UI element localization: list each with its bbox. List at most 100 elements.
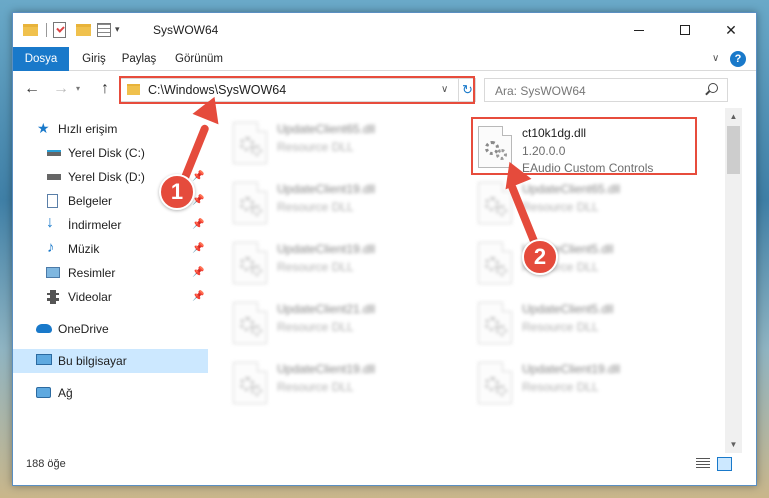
file-type: Resource DLL: [277, 200, 354, 214]
file-tile[interactable]: UpdateClient65.dll Resource DLL: [227, 116, 457, 170]
search-input[interactable]: Ara: SysWOW64: [495, 84, 586, 98]
dll-file-icon: [233, 242, 267, 284]
title-bar: ▾ SysWOW64 ✕: [13, 13, 756, 47]
sidebar-item-quick-access[interactable]: ★ Hızlı erişim: [13, 117, 208, 141]
minimize-button[interactable]: [616, 13, 662, 47]
file-name: UpdateClient19.dll: [522, 362, 621, 376]
file-type: Resource DLL: [277, 140, 354, 154]
dll-file-icon: [233, 122, 267, 164]
rename-icon[interactable]: [97, 23, 111, 37]
separator: [46, 23, 47, 37]
tab-home[interactable]: Giriş: [75, 47, 113, 71]
customize-toolbar-chevron-icon[interactable]: ▾: [115, 24, 120, 35]
sidebar-item-this-pc[interactable]: Bu bilgisayar: [13, 349, 208, 373]
file-tile[interactable]: UpdateClient21.dll Resource DLL: [227, 296, 457, 350]
file-type: Resource DLL: [277, 320, 354, 334]
dll-file-icon: [478, 242, 512, 284]
file-tile[interactable]: UpdateClient19.dll Resource DLL: [227, 356, 457, 410]
annotation-badge-2: 2: [522, 239, 558, 275]
tab-view[interactable]: Görünüm: [168, 47, 230, 71]
sidebar-item-label: Hızlı erişim: [58, 122, 118, 136]
document-icon: [47, 194, 58, 208]
video-icon: [47, 290, 59, 304]
window-title: SysWOW64: [153, 23, 219, 37]
file-name: UpdateClient65.dll: [522, 182, 621, 196]
sidebar-item-label: Yerel Disk (C:): [68, 146, 145, 160]
dll-file-icon: [233, 362, 267, 404]
sidebar-item-music[interactable]: ♪ Müzik 📌: [13, 237, 208, 261]
pin-icon[interactable]: 📌: [192, 291, 204, 302]
close-button[interactable]: ✕: [708, 13, 754, 47]
address-path[interactable]: C:\Windows\SysWOW64: [148, 83, 286, 97]
file-name: ct10k1dg.dll: [522, 126, 587, 140]
navigation-pane: ★ Hızlı erişim Yerel Disk (C:) Yerel Dis…: [13, 108, 208, 453]
tab-file[interactable]: Dosya: [13, 47, 69, 71]
ribbon-tabs: Dosya Giriş Paylaş Görünüm ∨ ?: [13, 47, 756, 71]
scroll-thumb[interactable]: [727, 126, 740, 174]
explorer-window: ▾ SysWOW64 ✕ Dosya Giriş Paylaş Görünüm …: [12, 12, 757, 486]
status-bar: 188 öğe: [13, 453, 756, 485]
pin-icon[interactable]: 📌: [192, 243, 204, 254]
folder-icon: [127, 84, 140, 95]
scroll-up-icon[interactable]: ▲: [725, 108, 742, 125]
sidebar-item-onedrive[interactable]: OneDrive: [13, 317, 208, 341]
details-view-icon[interactable]: [696, 458, 710, 470]
gear-icon: [251, 385, 262, 396]
cloud-icon: [36, 324, 52, 333]
file-name: UpdateClient65.dll: [277, 122, 376, 136]
gear-icon: [496, 205, 507, 216]
up-arrow-icon[interactable]: ↑: [95, 80, 115, 98]
dll-file-icon: [233, 182, 267, 224]
sidebar-item-network[interactable]: Ağ: [13, 381, 208, 405]
minimize-icon: [634, 29, 644, 31]
close-icon: ✕: [725, 21, 737, 38]
vertical-scrollbar[interactable]: ▲ ▼: [725, 108, 742, 453]
gear-icon: [496, 265, 507, 276]
file-tile[interactable]: UpdateClient5.dll Resource DLL: [472, 236, 702, 290]
large-icons-view-icon[interactable]: [717, 457, 732, 471]
scroll-down-icon[interactable]: ▼: [725, 436, 742, 453]
pin-icon[interactable]: 📌: [192, 171, 204, 182]
sidebar-item-pictures[interactable]: Resimler 📌: [13, 261, 208, 285]
sidebar-item-label: Yerel Disk (D:): [68, 170, 145, 184]
sidebar-item-label: Bu bilgisayar: [58, 354, 127, 368]
sidebar-item-downloads[interactable]: ↓ İndirmeler 📌: [13, 213, 208, 237]
drive-icon: [47, 174, 61, 180]
pin-icon[interactable]: 📌: [192, 267, 204, 278]
file-tile[interactable]: UpdateClient19.dll Resource DLL: [472, 356, 702, 410]
file-name: UpdateClient5.dll: [522, 302, 614, 316]
sidebar-item-local-disk-c[interactable]: Yerel Disk (C:): [13, 141, 208, 165]
file-list: UpdateClient65.dll Resource DLL UpdateCl…: [209, 108, 725, 453]
gear-icon: [251, 325, 262, 336]
gear-icon: [251, 205, 262, 216]
sidebar-item-videos[interactable]: Videolar 📌: [13, 285, 208, 309]
music-icon: ♪: [47, 239, 55, 256]
file-tile[interactable]: UpdateClient19.dll Resource DLL: [227, 236, 457, 290]
gear-icon: [251, 145, 262, 156]
new-folder-icon[interactable]: [76, 24, 91, 36]
sidebar-item-label: Müzik: [68, 242, 100, 256]
search-box[interactable]: Ara: SysWOW64: [484, 78, 728, 102]
file-version: 1.20.0.0: [522, 144, 566, 158]
expand-ribbon-chevron-icon[interactable]: ∨: [712, 53, 719, 64]
help-icon[interactable]: ?: [730, 51, 746, 67]
file-tile[interactable]: UpdateClient5.dll Resource DLL: [472, 296, 702, 350]
address-bar[interactable]: C:\Windows\SysWOW64 ∨ ↻: [120, 78, 476, 102]
file-tile[interactable]: UpdateClient19.dll Resource DLL: [227, 176, 457, 230]
file-type: Resource DLL: [277, 380, 354, 394]
file-name: UpdateClient19.dll: [277, 242, 376, 256]
file-type: Resource DLL: [522, 320, 599, 334]
file-name: UpdateClient19.dll: [277, 182, 376, 196]
forward-arrow-icon[interactable]: →: [51, 80, 71, 98]
tab-share[interactable]: Paylaş: [117, 47, 161, 71]
refresh-icon[interactable]: ↻: [458, 79, 476, 101]
recent-locations-chevron-icon[interactable]: ▾: [73, 84, 83, 93]
back-arrow-icon[interactable]: ←: [22, 80, 42, 98]
address-history-chevron-icon[interactable]: ∨: [441, 84, 448, 95]
search-icon[interactable]: [708, 83, 718, 93]
maximize-icon: [680, 25, 690, 35]
maximize-button[interactable]: [662, 13, 708, 47]
gear-icon: [251, 265, 262, 276]
pin-icon[interactable]: 📌: [192, 219, 204, 230]
properties-check-icon[interactable]: [53, 22, 66, 38]
